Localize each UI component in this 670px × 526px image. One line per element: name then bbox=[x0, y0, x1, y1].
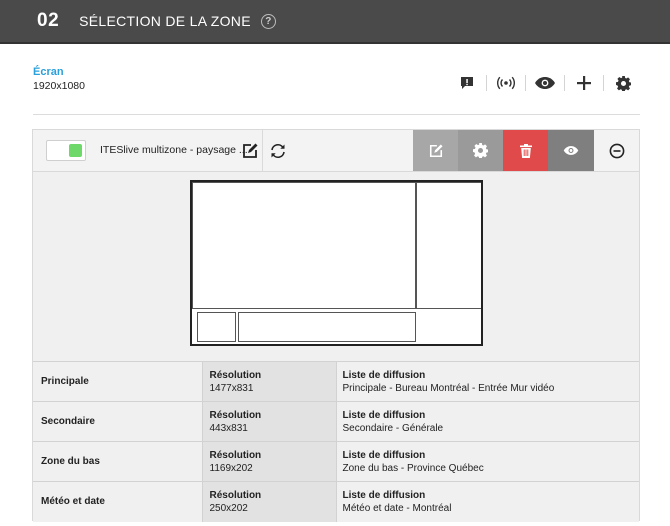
zone-du-bas[interactable] bbox=[238, 312, 416, 342]
zone-playlist-cell: Liste de diffusion Météo et date - Montré… bbox=[336, 481, 639, 522]
plus-icon[interactable] bbox=[565, 70, 603, 96]
screen-label: Écran bbox=[33, 66, 64, 78]
zone-resolution-cell: Résolution 1477x831 bbox=[202, 361, 337, 402]
playlist-label: Liste de diffusion bbox=[342, 409, 426, 421]
table-row[interactable]: Secondaire Résolution 443x831 Liste de di… bbox=[33, 401, 639, 442]
playlist-value: Zone du bas - Province Québec bbox=[342, 462, 484, 474]
layout-header: ITESlive multizone - paysage ... bbox=[33, 130, 639, 172]
playlist-value: Secondaire - Générale bbox=[342, 422, 444, 434]
step-number: 02 bbox=[37, 10, 60, 31]
layout-name: ITESlive multizone - paysage ... bbox=[100, 144, 248, 156]
zone-resolution-cell: Résolution 250x202 bbox=[202, 481, 337, 522]
gear-icon bbox=[473, 143, 488, 158]
resolution-label: Résolution bbox=[209, 489, 262, 501]
eye-icon bbox=[563, 146, 579, 155]
edit-icon bbox=[429, 143, 443, 157]
resolution-value: 443x831 bbox=[209, 422, 248, 434]
zone-playlist-cell: Liste de diffusion Secondaire - Générale bbox=[336, 401, 639, 442]
broadcast-icon[interactable] bbox=[487, 70, 525, 96]
zone-secondaire[interactable] bbox=[416, 182, 481, 309]
delete-layout-button[interactable] bbox=[503, 130, 548, 171]
trash-icon bbox=[519, 143, 532, 158]
zone-name: Météo et date bbox=[33, 481, 203, 522]
screen-resolution: 1920x1080 bbox=[33, 80, 85, 92]
alert-icon[interactable] bbox=[448, 70, 486, 96]
collapse-layout-button[interactable] bbox=[594, 130, 639, 171]
zone-playlist-cell: Liste de diffusion Zone du bas - Province… bbox=[336, 441, 639, 482]
zone-principale[interactable] bbox=[192, 182, 416, 309]
gear-icon[interactable] bbox=[604, 70, 642, 96]
layout-toggle[interactable] bbox=[46, 140, 86, 161]
eye-icon[interactable] bbox=[526, 70, 564, 96]
layout-settings-button[interactable] bbox=[458, 130, 503, 171]
screen-toolbar bbox=[448, 70, 642, 96]
edit-name-icon[interactable] bbox=[240, 141, 260, 161]
playlist-label: Liste de diffusion bbox=[342, 489, 426, 501]
resolution-value: 1477x831 bbox=[209, 382, 254, 394]
zone-meteo-et-date[interactable] bbox=[197, 312, 236, 342]
header-divider bbox=[262, 130, 263, 171]
question-circle-icon[interactable]: ? bbox=[260, 13, 276, 29]
zone-playlist-cell: Liste de diffusion Principale - Bureau Mo… bbox=[336, 361, 639, 402]
playlist-label: Liste de diffusion bbox=[342, 449, 426, 461]
toggle-knob bbox=[69, 144, 82, 157]
resolution-label: Résolution bbox=[209, 409, 262, 421]
table-row[interactable]: Zone du bas Résolution 1169x202 Liste de … bbox=[33, 441, 639, 482]
screen-info: Écran 1920x1080 bbox=[33, 66, 85, 92]
layout-panel: ITESlive multizone - paysage ... Princip… bbox=[32, 129, 640, 522]
playlist-value: Météo et date - Montréal bbox=[342, 502, 452, 514]
refresh-icon[interactable] bbox=[267, 140, 289, 162]
resolution-value: 250x202 bbox=[209, 502, 248, 514]
zones-table: Principale Résolution 1477x831 Liste de d… bbox=[33, 361, 639, 522]
playlist-value: Principale - Bureau Montréal - Entrée Mu… bbox=[342, 382, 555, 394]
step-title: SÉLECTION DE LA ZONE bbox=[79, 13, 251, 29]
section-divider bbox=[33, 114, 640, 115]
zone-resolution-cell: Résolution 1169x202 bbox=[202, 441, 337, 482]
resolution-label: Résolution bbox=[209, 369, 262, 381]
table-row[interactable]: Météo et date Résolution 250x202 Liste de… bbox=[33, 481, 639, 522]
edit-layout-button[interactable] bbox=[413, 130, 458, 171]
preview-layout-button[interactable] bbox=[548, 130, 594, 171]
playlist-label: Liste de diffusion bbox=[342, 369, 426, 381]
layout-preview bbox=[190, 180, 483, 346]
table-row[interactable]: Principale Résolution 1477x831 Liste de d… bbox=[33, 361, 639, 402]
minus-circle-icon bbox=[609, 143, 624, 158]
resolution-value: 1169x202 bbox=[209, 462, 253, 474]
resolution-label: Résolution bbox=[209, 449, 262, 461]
zone-name: Secondaire bbox=[33, 401, 203, 442]
zone-name: Zone du bas bbox=[33, 441, 203, 482]
zone-name: Principale bbox=[33, 361, 203, 402]
step-header: 02 SÉLECTION DE LA ZONE ? bbox=[0, 0, 670, 44]
zone-resolution-cell: Résolution 443x831 bbox=[202, 401, 337, 442]
